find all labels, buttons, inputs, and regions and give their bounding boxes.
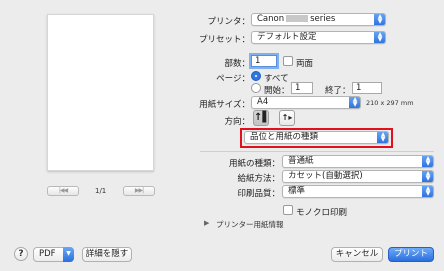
pdf-label: PDF: [39, 249, 56, 259]
printer-name-suffix: series: [310, 14, 336, 24]
grayscale-label: モノクロ印刷: [296, 208, 348, 218]
copies-field[interactable]: 1: [251, 55, 277, 67]
last-page-button[interactable]: ▶▶|: [123, 186, 155, 196]
print-quality-value: 標準: [288, 186, 306, 196]
print-button[interactable]: プリント: [388, 247, 434, 262]
portrait-person-icon: ↑▌: [254, 112, 271, 123]
copies-label: 部数：: [224, 59, 250, 69]
chevron-updown-icon: ▲ ▼: [422, 171, 433, 182]
two-sided-label: 両面: [296, 59, 314, 69]
pdf-menu-button[interactable]: PDF ▼: [33, 247, 74, 262]
landscape-orientation-button[interactable]: ↑▸: [279, 110, 295, 126]
chevron-updown-icon: ▲ ▼: [422, 156, 433, 167]
print-quality-label: 印刷品質：: [237, 189, 280, 199]
paper-dimensions: 210 x 297 mm: [366, 99, 414, 107]
pages-from-label: 開始：: [264, 86, 290, 96]
paper-source-popup[interactable]: カセット(自動選択) ▲ ▼: [282, 170, 434, 183]
pages-label: ページ：: [216, 74, 250, 84]
paper-source-value: カセット(自動選択): [288, 171, 363, 181]
pages-from-field[interactable]: 1: [291, 82, 313, 94]
paper-size-label: 用紙サイズ：: [199, 100, 250, 110]
chevron-updown-icon: ▲ ▼: [374, 14, 385, 25]
orientation-label: 方向：: [224, 117, 250, 127]
portrait-orientation-button[interactable]: ↑▌: [253, 110, 271, 126]
first-page-button[interactable]: |◀◀: [47, 186, 79, 196]
cancel-button[interactable]: キャンセル: [331, 247, 383, 262]
chevron-updown-icon: ▲ ▼: [374, 32, 385, 43]
pages-to-label: 終了：: [325, 86, 351, 96]
print-preview-page: [47, 14, 154, 171]
pages-range-radio[interactable]: [251, 83, 261, 93]
paper-size-popup[interactable]: A4 ▲ ▼: [251, 96, 361, 109]
disclosure-triangle-icon[interactable]: ▶: [204, 219, 209, 227]
chevron-down-icon: ▼: [63, 247, 74, 262]
page-indicator: 1/1: [95, 187, 107, 195]
section-separator: [200, 151, 434, 152]
media-type-popup[interactable]: 普通紙 ▲ ▼: [282, 155, 434, 168]
pages-all-label: すべて: [264, 74, 289, 84]
landscape-person-icon: ↑▸: [281, 113, 293, 122]
pages-to-field[interactable]: 1: [352, 82, 382, 94]
two-sided-checkbox[interactable]: [283, 56, 293, 66]
preset-label: プリセット：: [198, 35, 250, 45]
chevron-updown-icon: ▲ ▼: [422, 186, 433, 197]
highlight-annotation: [240, 128, 393, 148]
media-type-label: 用紙の種類：: [228, 159, 280, 169]
pages-all-radio[interactable]: [251, 71, 261, 81]
printer-label: プリンタ：: [207, 17, 250, 27]
preset-value: デフォルト設定: [257, 32, 317, 42]
printer-name-prefix: Canon: [257, 14, 285, 24]
hide-details-button[interactable]: 詳細を隠す: [82, 247, 132, 262]
printer-paper-info-label[interactable]: プリンター用紙情報: [216, 219, 284, 230]
paper-size-value: A4: [257, 97, 269, 107]
paper-source-label: 給紙方法：: [237, 174, 280, 184]
preset-popup[interactable]: デフォルト設定 ▲ ▼: [251, 31, 386, 44]
chevron-updown-icon: ▲ ▼: [349, 97, 360, 108]
printer-model-redacted: [286, 15, 309, 22]
grayscale-checkbox[interactable]: [283, 205, 293, 215]
help-button[interactable]: ?: [14, 247, 28, 261]
media-type-value: 普通紙: [288, 156, 314, 166]
printer-popup[interactable]: Canon series ▲ ▼: [251, 13, 386, 26]
print-quality-popup[interactable]: 標準 ▲ ▼: [282, 185, 434, 198]
